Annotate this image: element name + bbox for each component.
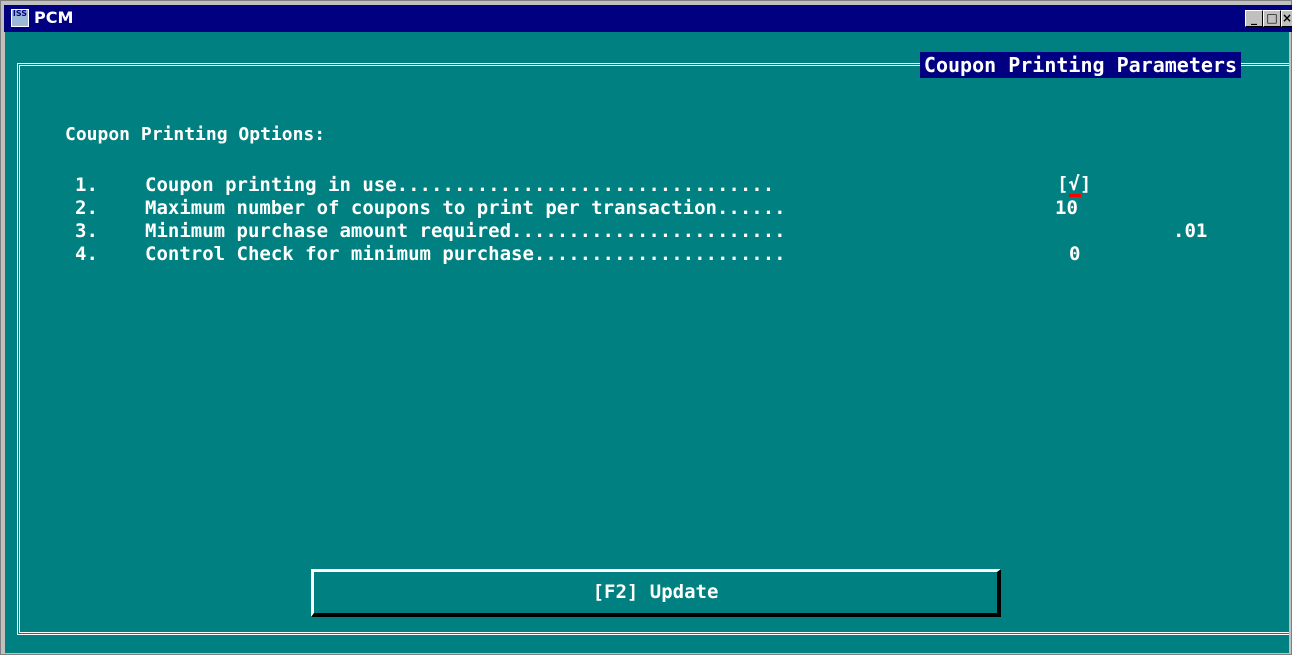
options-heading: Coupon Printing Options: — [65, 124, 326, 145]
option-2-label[interactable]: Maximum number of coupons to print per t… — [145, 197, 786, 219]
option-2-number: 2. — [75, 197, 98, 219]
app-icon[interactable]: ISS — [11, 9, 29, 27]
window-title: PCM — [34, 8, 74, 27]
option-4-label[interactable]: Control Check for minimum purchase......… — [145, 243, 786, 265]
control-check-field[interactable]: 0 — [1069, 243, 1080, 265]
option-3-label[interactable]: Minimum purchase amount required........… — [145, 220, 786, 242]
minimize-button[interactable]: _ — [1245, 10, 1263, 27]
option-3-number: 3. — [75, 220, 98, 242]
screen-frame — [17, 63, 1289, 635]
coupon-printing-checkbox[interactable]: [√] — [1057, 173, 1091, 195]
maximize-button[interactable]: □ — [1263, 10, 1281, 27]
option-1-label[interactable]: Coupon printing in use..................… — [145, 174, 774, 196]
option-4-number: 4. — [75, 243, 98, 265]
app-window: ISS PCM _ □ × Coupon Printing Parameters… — [0, 0, 1292, 655]
frame-line — [1243, 63, 1289, 66]
screen-title: Coupon Printing Parameters — [919, 52, 1241, 78]
max-coupons-field[interactable]: 10 — [1055, 197, 1078, 219]
terminal-screen: Coupon Printing Parameters Coupon Printi… — [5, 32, 1289, 653]
close-button[interactable]: × — [1281, 10, 1292, 27]
option-1-number: 1. — [75, 174, 98, 196]
title-bar[interactable]: ISS PCM _ □ × — [4, 5, 1292, 32]
update-button[interactable]: [F2] Update — [311, 569, 1001, 617]
min-purchase-field[interactable]: .01 — [1173, 220, 1207, 242]
